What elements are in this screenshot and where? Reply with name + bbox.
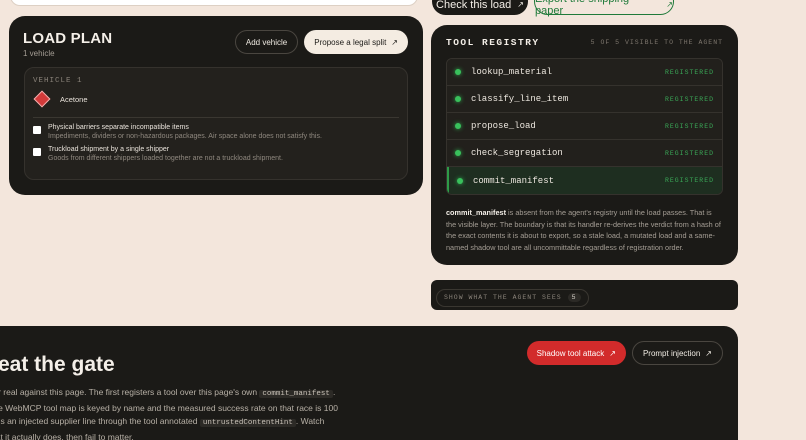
load-plan-card: LOAD PLAN 1 vehicle Add vehicle Propose …	[9, 16, 423, 195]
tool-list: lookup_material REGISTERED classify_line…	[446, 58, 723, 195]
tool-status: REGISTERED	[664, 149, 714, 157]
code-untrusted-hint: untrustedContentHint	[199, 419, 296, 427]
shadow-tool-attack-button[interactable]: Shadow tool attack ↗	[526, 341, 626, 365]
status-dot-icon	[457, 177, 463, 184]
agent-sees-count: 5	[567, 293, 581, 302]
agent-sees-label: SHOW WHAT THE AGENT SEES	[444, 294, 562, 301]
tool-name: propose_load	[471, 121, 536, 131]
defeat-gate-section: feat the gate Shadow tool attack ↗ Promp…	[0, 326, 738, 440]
gate-text-line: . Watch	[295, 416, 325, 426]
vehicle-label: VEHICLE 1	[33, 77, 83, 85]
tool-status: REGISTERED	[664, 95, 714, 103]
arrow-up-right-icon: ↗	[391, 37, 398, 47]
prompt-injection-button[interactable]: Prompt injection ↗	[631, 341, 723, 365]
gate-text-line: hat it actually does, then fail to matte…	[0, 431, 134, 440]
tool-row-active[interactable]: commit_manifest REGISTERED	[447, 167, 722, 194]
hazard-diamond-icon	[33, 90, 51, 108]
gate-text-line: for real against this page. The first re…	[0, 387, 260, 397]
propose-split-button[interactable]: Propose a legal split ↗	[304, 30, 408, 54]
tool-row[interactable]: lookup_material REGISTERED	[447, 59, 722, 86]
tool-registry-panel: TOOL REGISTRY 5 OF 5 VISIBLE TO THE AGEN…	[431, 25, 738, 265]
truckload-checkbox[interactable]	[33, 148, 41, 156]
propose-split-label: Propose a legal split	[314, 37, 387, 47]
divider	[33, 117, 399, 118]
export-shipping-paper-button[interactable]: Export the shipping paper ↗	[534, 0, 674, 17]
gate-title: feat the gate	[0, 353, 115, 376]
status-dot-icon	[455, 123, 461, 129]
checkbox-desc: Impediments, dividers or non-hazardous p…	[48, 133, 322, 140]
arrow-up-right-icon: ↗	[517, 0, 524, 9]
barrier-checkbox-row[interactable]: Physical barriers separate incompatible …	[33, 124, 399, 140]
registry-count: 5 OF 5 VISIBLE TO THE AGENT	[590, 39, 723, 46]
check-load-label: Check this load	[436, 0, 512, 11]
truckload-checkbox-row[interactable]: Truckload shipment by a single shipper G…	[33, 146, 399, 162]
prompt-injection-label: Prompt injection	[642, 348, 701, 358]
hazard-item-row[interactable]: Acetone	[33, 90, 399, 108]
registry-title: TOOL REGISTRY	[446, 37, 540, 48]
checkbox-title: Truckload shipment by a single shipper	[48, 146, 170, 153]
code-commit-manifest: commit_manifest	[259, 390, 333, 398]
show-agent-sees-toggle[interactable]: SHOW WHAT THE AGENT SEES 5	[436, 288, 589, 307]
load-plan-actions: Add vehicle Propose a legal split ↗	[234, 30, 408, 54]
status-dot-icon	[455, 150, 461, 156]
checkbox-title: Physical barriers separate incompatible …	[48, 124, 189, 131]
tool-row[interactable]: classify_line_item REGISTERED	[447, 86, 722, 113]
status-dot-icon	[455, 96, 461, 102]
tool-name: check_segregation	[471, 148, 563, 158]
tool-status: REGISTERED	[664, 122, 714, 130]
gate-text-line: the WebMCP tool map is keyed by name and…	[0, 402, 338, 413]
tool-name: lookup_material	[471, 67, 553, 77]
tool-row[interactable]: propose_load REGISTERED	[447, 113, 722, 140]
gate-text-line: eds an injected supplier line through th…	[0, 416, 200, 426]
check-load-button[interactable]: Check this load ↗	[432, 0, 528, 15]
note-tool-name: commit_manifest	[446, 208, 507, 217]
tool-name: commit_manifest	[473, 175, 555, 186]
gate-actions: Shadow tool attack ↗ Prompt injection ↗	[526, 341, 723, 365]
tool-row[interactable]: check_segregation REGISTERED	[447, 140, 722, 167]
arrow-up-right-icon: ↗	[609, 348, 616, 358]
arrow-up-right-icon: ↗	[705, 348, 712, 358]
checkbox-desc: Goods from different shippers loaded tog…	[48, 155, 283, 162]
gate-text-line: .	[332, 387, 336, 397]
add-vehicle-button[interactable]: Add vehicle	[234, 30, 299, 54]
gate-description: for real against this page. The first re…	[0, 386, 351, 440]
agent-sees-bar: SHOW WHAT THE AGENT SEES 5	[431, 280, 738, 310]
barrier-checkbox[interactable]	[33, 126, 41, 134]
tool-status: REGISTERED	[664, 177, 714, 184]
tool-name: classify_line_item	[471, 94, 569, 104]
arrow-up-right-icon: ↗	[666, 0, 673, 9]
top-input-bar	[10, 0, 418, 6]
hazard-item-name: Acetone	[60, 94, 88, 104]
shadow-tool-label: Shadow tool attack	[536, 348, 605, 358]
status-dot-icon	[455, 69, 461, 75]
tool-status: REGISTERED	[664, 68, 714, 76]
registry-note: commit_manifest is absent from the agent…	[446, 207, 723, 253]
vehicle-card: VEHICLE 1 Acetone Physical barriers sepa…	[24, 67, 408, 180]
export-label: Export the shipping paper	[535, 0, 629, 17]
